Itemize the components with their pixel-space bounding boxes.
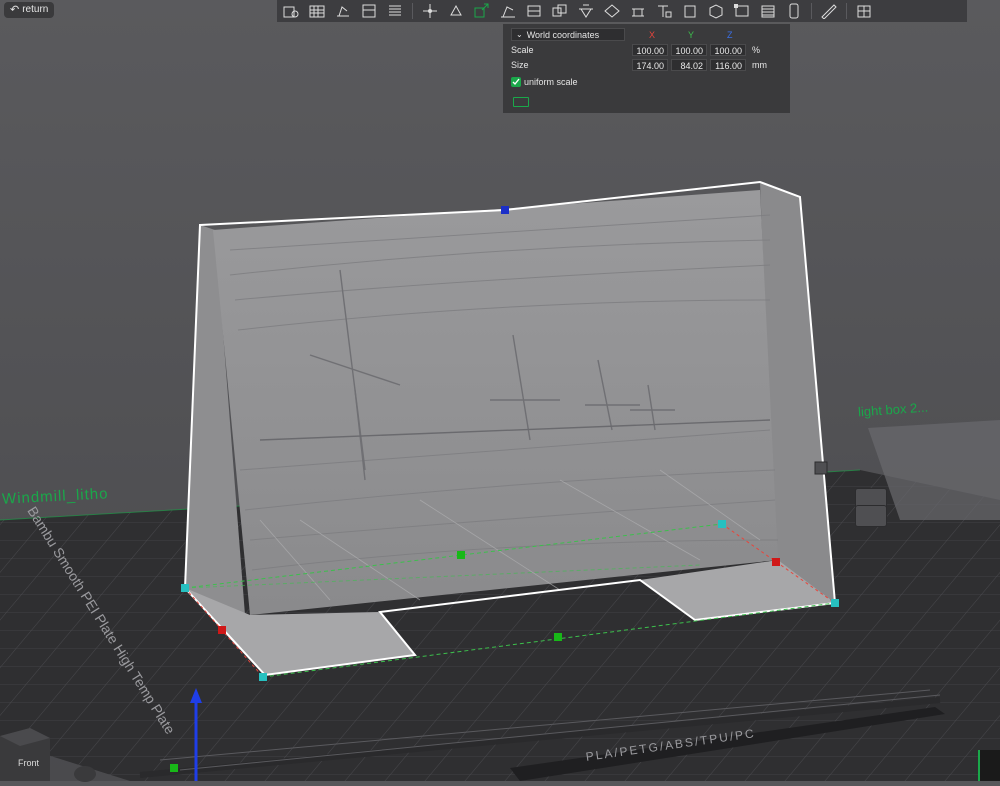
main-toolbar (277, 0, 967, 22)
rotate-icon[interactable] (444, 1, 468, 21)
size-label: Size (511, 60, 529, 70)
axis-z-label: Z (727, 30, 733, 40)
scale-panel: ⌄ World coordinates X Y Z Scale 100.00 1… (503, 24, 790, 113)
add-object-icon[interactable] (279, 1, 303, 21)
handle-green (554, 633, 562, 641)
handle-corner (181, 584, 189, 592)
size-x-field[interactable]: 174.00 (632, 59, 668, 71)
paint-seam-icon[interactable] (600, 1, 624, 21)
fuzzy-skin-icon[interactable] (704, 1, 728, 21)
uniform-scale-label: uniform scale (524, 77, 578, 87)
layers-list-icon[interactable] (383, 1, 407, 21)
scale-x-field[interactable]: 100.00 (632, 44, 668, 56)
return-label: return (22, 4, 49, 15)
assembly-icon[interactable] (782, 1, 806, 21)
axis-x-label: X (649, 30, 656, 40)
handle-red (772, 558, 780, 566)
undo-arrow-icon: ↶ (10, 4, 20, 16)
camera-reset-icon[interactable] (74, 766, 96, 782)
ruler-icon[interactable] (817, 1, 841, 21)
chevron-down-icon: ⌄ (516, 30, 523, 39)
scale-unit: % (752, 45, 761, 55)
view-label: Front (18, 758, 40, 768)
coordinate-select-value: World coordinates (526, 29, 600, 40)
scale-label: Scale (511, 45, 534, 55)
scale-z-field[interactable]: 100.00 (710, 44, 746, 56)
split-icon[interactable] (522, 1, 546, 21)
uniform-scale-row: uniform scale (511, 77, 578, 87)
view-button[interactable] (855, 505, 887, 527)
lay-on-face-icon[interactable] (496, 1, 520, 21)
size-unit: mm (752, 60, 767, 70)
layout-icon[interactable] (357, 1, 381, 21)
handle-corner (831, 599, 839, 607)
uniform-scale-checkbox[interactable] (511, 77, 521, 87)
move-icon[interactable] (418, 1, 442, 21)
size-y-field[interactable]: 84.02 (671, 59, 707, 71)
handle-red (218, 626, 226, 634)
variable-layer-icon[interactable] (756, 1, 780, 21)
view-all-icon[interactable] (852, 1, 876, 21)
grid-arrange-icon[interactable] (305, 1, 329, 21)
cut-icon[interactable] (548, 1, 572, 21)
handle-corner (259, 673, 267, 681)
measure-box-icon[interactable] (730, 1, 754, 21)
text-icon[interactable] (652, 1, 676, 21)
keyboard-icon[interactable] (513, 97, 529, 107)
mesh-boolean-icon[interactable] (574, 1, 598, 21)
return-button[interactable]: ↶ return (4, 2, 55, 18)
view-cube[interactable]: Front (0, 728, 50, 781)
scale-y-field[interactable]: 100.00 (671, 44, 707, 56)
status-indicator (978, 750, 1000, 781)
size-z-field[interactable]: 116.00 (710, 59, 746, 71)
handle-corner (718, 520, 726, 528)
color-paint-icon[interactable] (678, 1, 702, 21)
handle-green (457, 551, 465, 559)
coordinate-select[interactable]: ⌄ World coordinates (511, 28, 625, 41)
handle-top-blue (501, 206, 509, 214)
support-paint-icon[interactable] (626, 1, 650, 21)
auto-orient-icon[interactable] (331, 1, 355, 21)
3d-viewport[interactable]: Windmill_litho light box 2... Bambu Smoo… (0, 0, 1000, 781)
axis-y-label: Y (688, 30, 695, 40)
scale-icon[interactable] (470, 1, 494, 21)
